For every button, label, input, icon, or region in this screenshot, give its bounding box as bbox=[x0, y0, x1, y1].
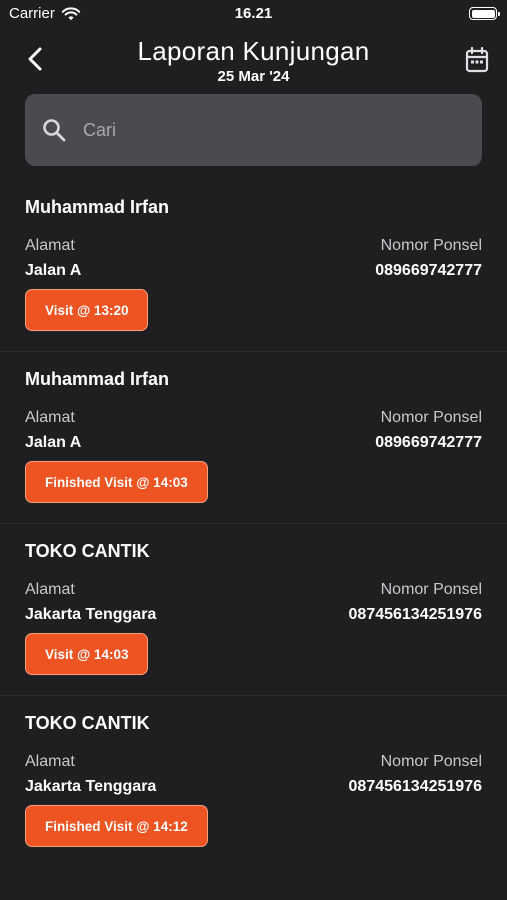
address-value: Jakarta Tenggara bbox=[25, 778, 157, 795]
visit-status-button[interactable]: Visit @ 13:20 bbox=[25, 289, 149, 331]
phone-label: Nomor Ponsel bbox=[380, 581, 482, 598]
visit-status-button[interactable]: Finished Visit @ 14:03 bbox=[25, 461, 208, 503]
address-label: Alamat bbox=[25, 237, 75, 254]
customer-name: Muhammad Irfan bbox=[25, 197, 170, 217]
customer-name: TOKO CANTIK bbox=[25, 541, 150, 561]
phone-label: Nomor Ponsel bbox=[380, 753, 482, 770]
search-icon bbox=[43, 119, 66, 142]
calendar-button[interactable] bbox=[463, 45, 491, 75]
address-label: Alamat bbox=[25, 753, 75, 770]
visit-report-screen: Carrier 16.21 Laporan Kunjungan 25 Mar '… bbox=[0, 0, 507, 900]
visit-list: Muhammad Irfan Alamat Jalan A Nomor Pons… bbox=[0, 180, 507, 868]
address-value: Jakarta Tenggara bbox=[25, 606, 157, 623]
customer-name: TOKO CANTIK bbox=[25, 713, 150, 733]
battery-icon bbox=[469, 7, 500, 20]
calendar-icon bbox=[465, 47, 489, 73]
phone-label: Nomor Ponsel bbox=[380, 409, 482, 426]
status-time: 16.21 bbox=[234, 5, 273, 22]
phone-value: 087456134251976 bbox=[348, 606, 482, 623]
visit-card[interactable]: TOKO CANTIK Alamat Jakarta Tenggara Nomo… bbox=[0, 696, 507, 868]
visit-status-button[interactable]: Finished Visit @ 14:12 bbox=[25, 805, 208, 847]
customer-name: Muhammad Irfan bbox=[25, 369, 170, 389]
visit-card[interactable]: Muhammad Irfan Alamat Jalan A Nomor Pons… bbox=[0, 180, 507, 352]
search-bar[interactable] bbox=[25, 94, 482, 166]
status-bar: Carrier 16.21 bbox=[0, 0, 507, 28]
phone-value: 087456134251976 bbox=[348, 778, 482, 795]
visit-status-button[interactable]: Visit @ 14:03 bbox=[25, 633, 149, 675]
header: Laporan Kunjungan 25 Mar '24 bbox=[0, 30, 507, 90]
visit-card[interactable]: TOKO CANTIK Alamat Jakarta Tenggara Nomo… bbox=[0, 524, 507, 696]
address-value: Jalan A bbox=[25, 262, 82, 279]
address-label: Alamat bbox=[25, 581, 75, 598]
phone-value: 089669742777 bbox=[375, 434, 482, 451]
address-label: Alamat bbox=[25, 409, 75, 426]
report-date: 25 Mar '24 bbox=[217, 68, 290, 85]
page-title: Laporan Kunjungan bbox=[137, 36, 370, 66]
visit-card[interactable]: Muhammad Irfan Alamat Jalan A Nomor Pons… bbox=[0, 352, 507, 524]
search-input[interactable] bbox=[83, 119, 443, 141]
phone-label: Nomor Ponsel bbox=[380, 237, 482, 254]
phone-value: 089669742777 bbox=[375, 262, 482, 279]
address-value: Jalan A bbox=[25, 434, 82, 451]
